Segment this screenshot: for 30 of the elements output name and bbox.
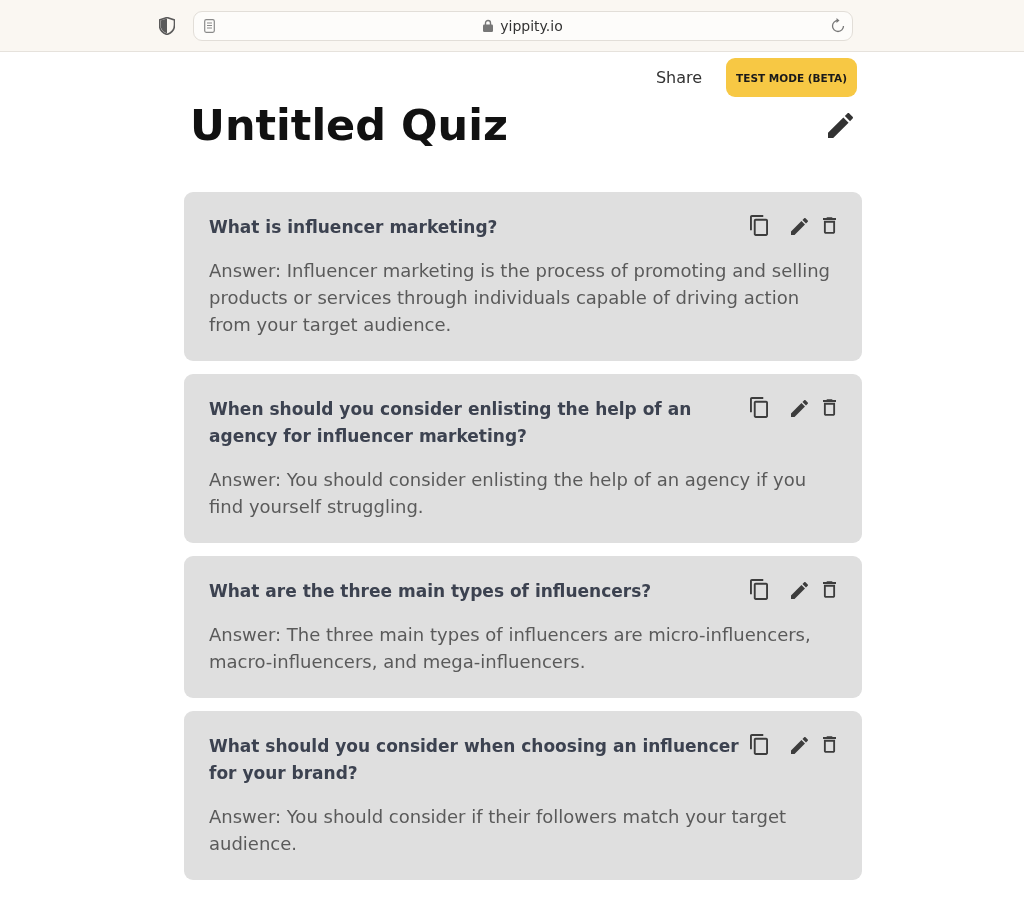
pencil-icon[interactable] bbox=[791, 400, 808, 417]
trash-icon[interactable] bbox=[823, 736, 836, 753]
question-text: What is influencer marketing? bbox=[209, 216, 499, 239]
copy-icon[interactable] bbox=[750, 215, 768, 236]
test-mode-button[interactable]: TEST MODE (BETA) bbox=[726, 58, 857, 97]
shield-icon[interactable] bbox=[159, 16, 175, 35]
quiz-title: Untitled Quiz bbox=[190, 99, 508, 152]
answer-text: Answer: You should consider if their followers match your target audience. bbox=[209, 805, 788, 856]
copy-icon[interactable] bbox=[750, 734, 768, 755]
copy-icon[interactable] bbox=[750, 397, 768, 418]
question-text: When should you consider enlisting the help of an agency for influencer marketing? bbox=[209, 398, 693, 448]
share-link[interactable]: Share bbox=[655, 68, 703, 87]
lock-icon bbox=[483, 19, 494, 32]
pencil-icon[interactable] bbox=[828, 113, 853, 138]
address-bar[interactable]: yippity.io bbox=[193, 10, 853, 41]
question-text: What are the three main types of influencers? bbox=[209, 580, 653, 603]
answer-text: Answer: You should consider enlisting the help of an agency if you find yourself struggling. bbox=[209, 468, 808, 519]
question-text: What should you consider when choosing an influencer for your brand? bbox=[209, 735, 740, 785]
pencil-icon[interactable] bbox=[791, 218, 808, 235]
trash-icon[interactable] bbox=[823, 217, 836, 234]
answer-text: Answer: The three main types of influencers are micro-influencers, macro-influencers, and mega-influencers. bbox=[209, 623, 812, 674]
page-icon[interactable] bbox=[204, 18, 215, 33]
pencil-icon[interactable] bbox=[791, 737, 808, 754]
answer-text: Answer: Influencer marketing is the process of promoting and selling products or services through individuals capable of driving action from your target audience. bbox=[209, 259, 832, 337]
copy-icon[interactable] bbox=[750, 579, 768, 600]
trash-icon[interactable] bbox=[823, 581, 836, 598]
pencil-icon[interactable] bbox=[791, 582, 808, 599]
reload-icon[interactable] bbox=[831, 18, 845, 33]
trash-icon[interactable] bbox=[823, 399, 836, 416]
url-text: yippity.io bbox=[500, 17, 563, 34]
